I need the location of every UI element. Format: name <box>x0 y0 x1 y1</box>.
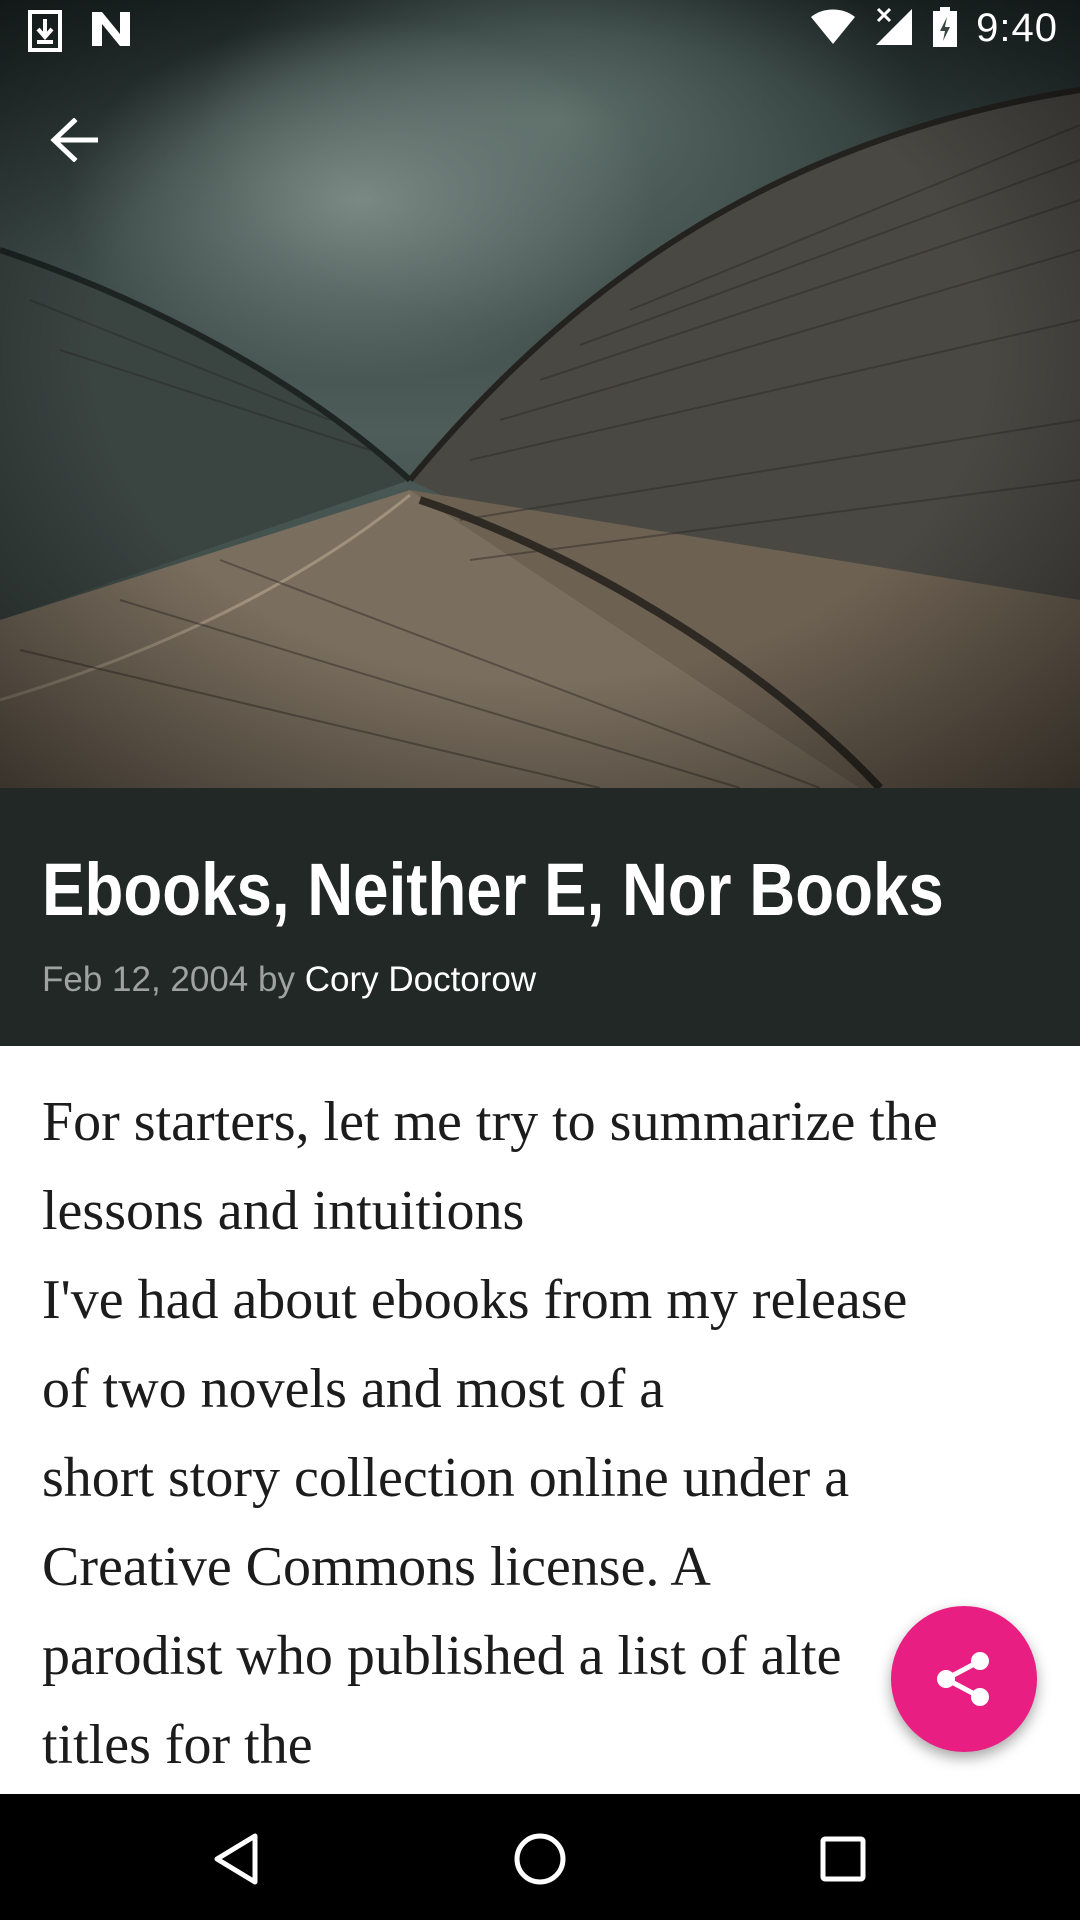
body-line: titles for the <box>42 1714 313 1776</box>
back-button[interactable] <box>34 100 114 180</box>
body-line: I've had about ebooks from my release <box>42 1269 908 1331</box>
hero-image <box>0 0 1080 788</box>
nav-home-icon <box>514 1833 566 1885</box>
body-line: lessons and intuitions <box>42 1180 525 1242</box>
share-icon <box>937 1652 989 1706</box>
nav-back-button[interactable] <box>201 1824 271 1894</box>
body-line: Creative Commons license. A <box>42 1536 711 1598</box>
battery-icon <box>932 6 958 51</box>
byline-by: by <box>258 960 295 999</box>
body-line: of two novels and most of a <box>42 1358 665 1420</box>
download-icon <box>28 10 62 56</box>
status-bar: 9:40 <box>0 0 1080 64</box>
body-line: short story collection online under a <box>42 1447 850 1509</box>
nav-recents-button[interactable] <box>808 1824 878 1894</box>
byline: Feb 12, 2004 by Cory Doctorow <box>42 956 536 1004</box>
article-title: Ebooks, Neither E, Nor Books <box>42 848 944 931</box>
article-date: Feb 12, 2004 <box>42 960 249 999</box>
nav-recents-icon <box>820 1836 866 1882</box>
share-button[interactable] <box>891 1606 1037 1752</box>
nav-home-button[interactable] <box>505 1824 575 1894</box>
cell-signal-icon <box>874 7 914 51</box>
author-link[interactable]: Cory Doctorow <box>305 960 536 999</box>
body-line: For starters, let me try to summarize th… <box>42 1091 938 1153</box>
navigation-bar <box>0 1794 1080 1920</box>
status-time: 9:40 <box>976 6 1058 50</box>
arrow-back-icon <box>50 118 98 162</box>
nav-back-icon <box>214 1833 258 1885</box>
wifi-icon <box>810 8 856 50</box>
n-notification-icon <box>90 10 132 56</box>
building-roof-photo <box>0 0 1080 788</box>
